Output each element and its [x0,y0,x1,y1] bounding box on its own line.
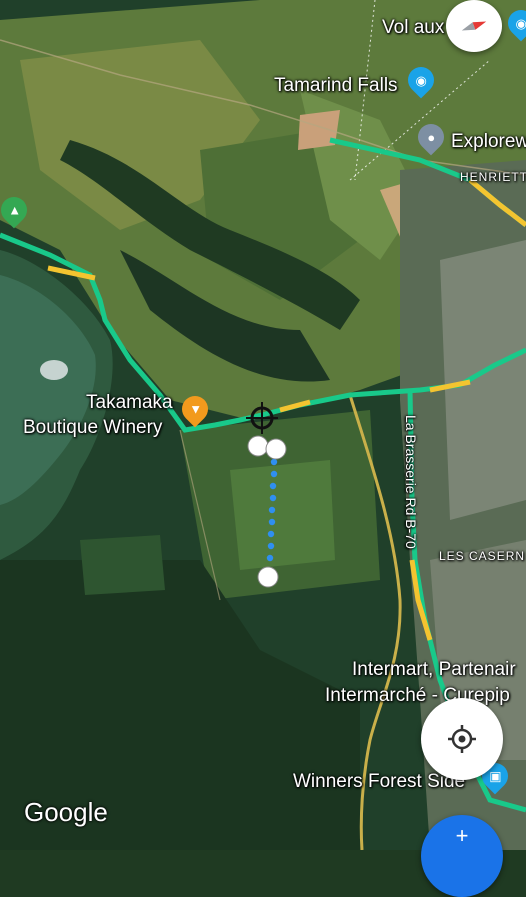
google-attribution: Google [24,797,108,827]
place-label-vol-aux[interactable]: Vol aux [382,17,444,39]
place-label-explorew[interactable]: Explorew [451,131,526,153]
my-location-button[interactable] [421,698,503,780]
area-label-les-casern: LES CASERN [439,549,526,563]
route-waypoint-end[interactable] [257,566,279,588]
directions-icon: + [455,823,469,848]
route-waypoint-mid[interactable] [265,438,287,460]
place-label-winners[interactable]: Winners Forest Side [293,771,465,793]
road-label-la-brasserie: La Brasserie Rd B-70 [403,415,419,549]
area-label-henriett: HENRIETT [460,170,526,184]
place-label-boutique-winery[interactable]: Boutique Winery [23,417,162,439]
route-waypoint-start[interactable] [247,435,269,457]
directions-button[interactable]: + [421,815,503,897]
my-location-icon [448,725,476,753]
compass-icon[interactable] [446,0,502,52]
place-label-tamarind-falls[interactable]: Tamarind Falls [274,75,398,97]
compass-needle [461,21,487,31]
place-label-takamaka[interactable]: Takamaka [86,392,173,414]
place-label-intermart[interactable]: Intermart, Partenair [352,659,516,681]
